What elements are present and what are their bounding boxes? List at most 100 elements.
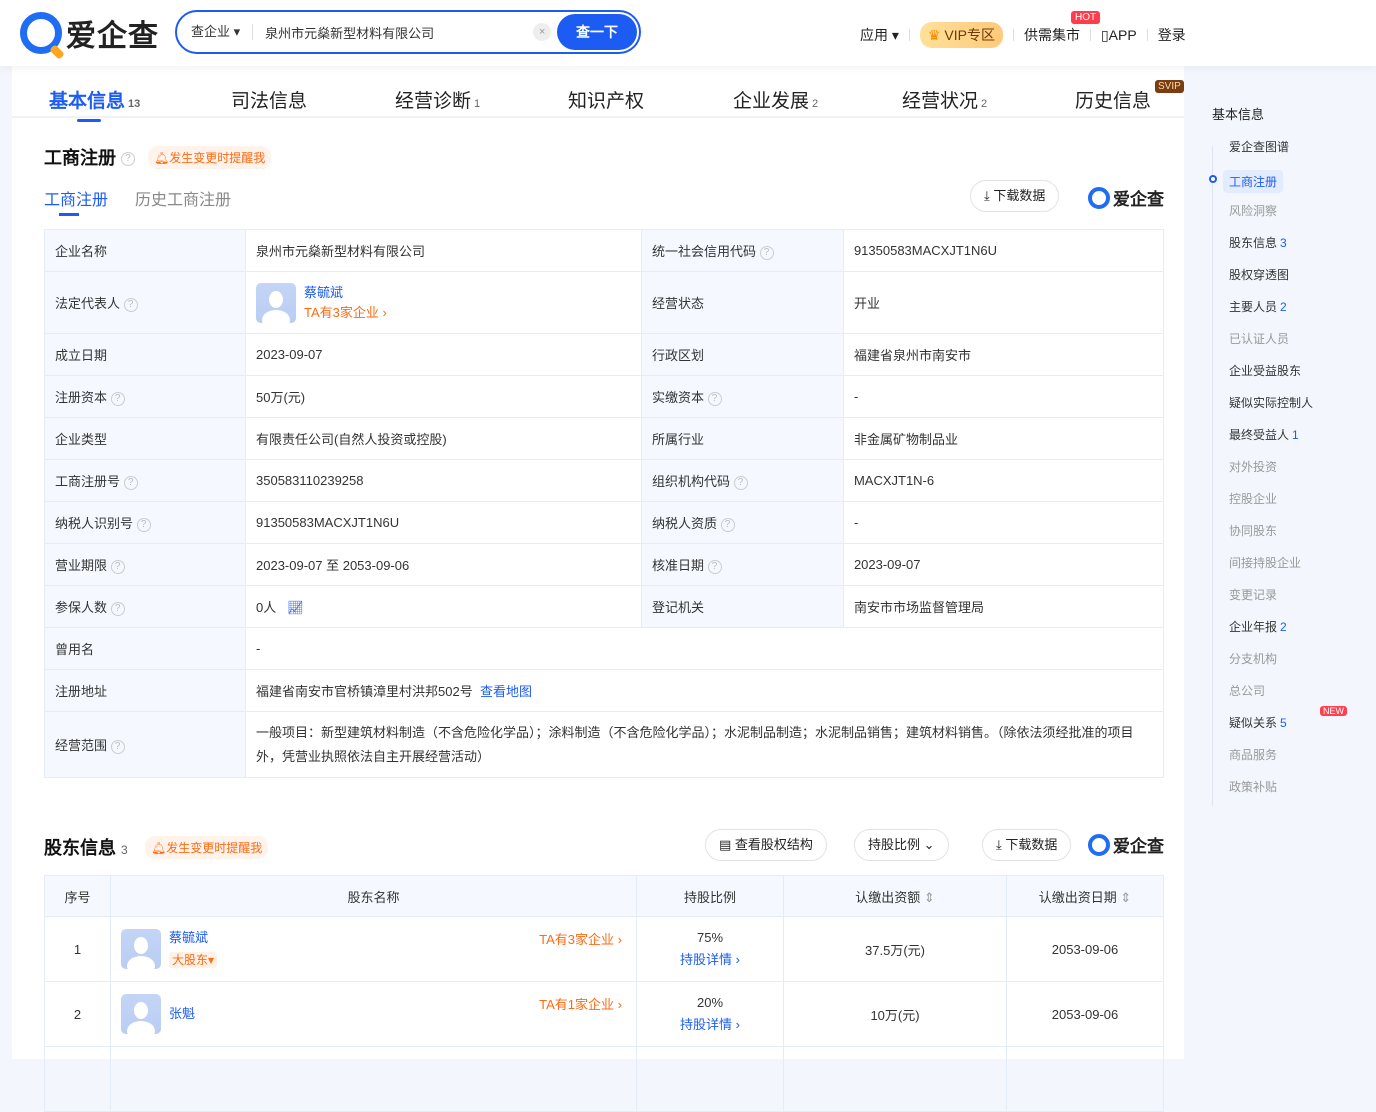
sidebar-item-10[interactable]: 对外投资 <box>1229 458 1277 475</box>
equity-structure-label: 查看股权结构 <box>734 837 813 852</box>
field-value: 2023-09-07 <box>842 543 1165 586</box>
sidebar-item-8[interactable]: 疑似实际控制人 <box>1229 394 1313 411</box>
shareholder-remind-button[interactable]: 🔔︎发生变更时提醒我 <box>145 836 269 859</box>
equity-structure-button[interactable]: ▤ 查看股权结构 <box>705 829 827 861</box>
help-icon[interactable]: ? <box>110 391 125 406</box>
legal-rep-companies-link[interactable]: TA有3家企业 › <box>304 305 387 320</box>
major-shareholder-tag[interactable]: 大股东▾ <box>169 952 218 968</box>
holding-detail-link[interactable]: 持股详情 › <box>680 1017 740 1032</box>
sidebar-item-6[interactable]: 已认证人员 <box>1229 330 1289 347</box>
sidebar-item-9[interactable]: 最终受益人 1 <box>1229 426 1299 443</box>
sidebar-item-13[interactable]: 间接持股企业 <box>1229 554 1301 571</box>
help-icon[interactable]: ? <box>136 517 151 532</box>
help-icon[interactable]: ? <box>759 245 774 260</box>
sort-icon[interactable]: ⇕ <box>1120 890 1131 905</box>
search-input[interactable] <box>265 24 526 40</box>
sidebar-item-16[interactable]: 分支机构 <box>1229 650 1277 667</box>
table-header-row: 序号 股东名称 持股比例 认缴出资额 ⇕ 认缴出资日期 ⇕ <box>44 875 1164 917</box>
help-icon[interactable]: ? <box>110 739 125 754</box>
remind-button[interactable]: 🔔︎发生变更时提醒我 <box>148 146 272 169</box>
tab-3[interactable]: 知识产权 <box>568 86 644 113</box>
tab-2[interactable]: 经营诊断 1 <box>395 86 480 113</box>
sidebar-item-15[interactable]: 企业年报 2 <box>1229 618 1287 635</box>
tab-0[interactable]: 基本信息 13 <box>49 86 140 122</box>
help-icon[interactable]: ? <box>123 297 138 312</box>
shareholders-count: 3 <box>121 843 128 857</box>
sidebar-item-7[interactable]: 企业受益股东 <box>1229 362 1301 379</box>
sort-icon[interactable]: ⇕ <box>924 890 935 905</box>
sidebar-item-3[interactable]: 股东信息 3 <box>1229 234 1287 251</box>
help-icon[interactable]: ? <box>110 559 125 574</box>
registration-title: 工商注册 <box>44 148 116 168</box>
shareholder-download-button[interactable]: ⤓ 下载数据 <box>982 829 1072 861</box>
shareholder-cell: 张魁 TA有1家企业 › <box>110 981 637 1047</box>
help-icon[interactable]: ? <box>123 475 138 490</box>
field-label: 实缴资本 ? <box>640 375 844 418</box>
sidebar-item-4[interactable]: 股权穿透图 <box>1229 266 1289 283</box>
shareholder-companies-link[interactable]: TA有1家企业 › <box>539 994 622 1013</box>
new-badge: NEW <box>1320 706 1347 716</box>
help-icon[interactable]: ? <box>121 152 136 167</box>
tab-6[interactable]: 历史信息 <box>1075 86 1151 113</box>
sidebar-item-14[interactable]: 变更记录 <box>1229 586 1277 603</box>
sidebar-item-11[interactable]: 控股企业 <box>1229 490 1277 507</box>
ratio-dropdown[interactable]: 持股比例 ⌄ <box>854 829 949 861</box>
subtab-history-registration[interactable]: 历史工商注册 <box>135 186 231 210</box>
download-button[interactable]: ⤓ 下载数据 <box>970 180 1060 212</box>
subtab-registration[interactable]: 工商注册 <box>44 186 108 216</box>
shareholder-name-link[interactable]: 张魁 <box>169 1006 195 1021</box>
registration-table: 企业名称 泉州市元燊新型材料有限公司 统一社会信用代码 ? 91350583MACX… <box>44 229 1165 778</box>
legal-rep-link[interactable]: 蔡毓斌 <box>304 285 343 300</box>
holding-detail-link[interactable]: 持股详情 › <box>680 952 740 967</box>
sidebar-item-label: 总公司 <box>1229 684 1266 698</box>
sidebar-item-12[interactable]: 协同股东 <box>1229 522 1277 539</box>
search-type-select[interactable]: 查企业 ▾ <box>177 24 254 40</box>
field-value: 0人 📈︎ <box>245 585 642 628</box>
sidebar-item-20[interactable]: 政策补贴 <box>1229 778 1277 795</box>
subscribed-date: 2053-09-06 <box>1006 916 1164 982</box>
sidebar-item-17[interactable]: 总公司 <box>1229 682 1265 699</box>
tab-1[interactable]: 司法信息 <box>231 86 307 113</box>
tab-5[interactable]: 经营状况 2 <box>902 86 987 113</box>
nav-market[interactable]: 供需集市 <box>1024 25 1080 45</box>
ratio-value: 75% <box>696 930 724 945</box>
search-button[interactable]: 查一下 <box>557 14 637 50</box>
tab-4[interactable]: 企业发展 2 <box>733 86 818 113</box>
clear-icon[interactable]: × <box>533 23 552 41</box>
nav-apps[interactable]: 应用 ▾ <box>860 25 899 45</box>
field-value-text: 91350583MACXJT1N6U <box>256 515 400 530</box>
sidebar-item-18[interactable]: 疑似关系 5 NEW <box>1229 706 1347 731</box>
ratio-cell: 75% 持股详情 › <box>636 916 784 982</box>
nav-login[interactable]: 登录 <box>1158 25 1186 45</box>
sidebar-item-2[interactable]: 风险洞察 <box>1229 202 1277 219</box>
help-icon[interactable]: ? <box>733 475 748 490</box>
search-type-label: 查企业 <box>191 24 231 39</box>
logo[interactable]: 爱企查 <box>20 11 159 55</box>
tag-label: 大股东 <box>172 953 209 967</box>
sidebar-item-label: 主要人员 <box>1229 300 1278 314</box>
sidebar-item-0[interactable]: 爱企查图谱 <box>1229 138 1289 155</box>
table-row: 经营范围 ? 一般项目：新型建筑材料制造（不含危险化学品）；涂料制造（不含危险化学… <box>44 711 1164 778</box>
shareholder-companies-link[interactable]: TA有3家企业 › <box>539 929 622 948</box>
nav-app[interactable]: ▯APP <box>1101 27 1137 44</box>
sidebar-item-count: 1 <box>1292 428 1299 442</box>
help-icon[interactable]: ? <box>707 391 722 406</box>
download-label: 下载数据 <box>993 188 1046 203</box>
trend-chart-icon[interactable]: 📈︎ <box>287 600 304 615</box>
column-header[interactable]: 认缴出资额 ⇕ <box>783 875 1007 917</box>
help-icon[interactable]: ? <box>110 601 125 616</box>
column-header-label: 股东名称 <box>347 889 400 905</box>
column-header[interactable]: 认缴出资日期 ⇕ <box>1006 875 1164 917</box>
field-label-text: 实缴资本 <box>651 390 704 405</box>
field-value: 福建省泉州市南安市 <box>842 333 1165 376</box>
sidebar-item-1[interactable]: 工商注册 <box>1223 170 1284 193</box>
field-label-text: 注册地址 <box>55 684 108 699</box>
nav-vip[interactable]: ♛ VIP专区 <box>919 22 1003 48</box>
help-icon[interactable]: ? <box>720 517 735 532</box>
shareholder-name-link[interactable]: 蔡毓斌 <box>169 930 208 945</box>
field-value: 泉州市元燊新型材料有限公司 <box>245 229 642 272</box>
sidebar-item-19[interactable]: 商品服务 <box>1229 746 1277 763</box>
sidebar-item-5[interactable]: 主要人员 2 <box>1229 298 1287 315</box>
help-icon[interactable]: ? <box>707 559 722 574</box>
view-map-link[interactable]: 查看地图 <box>480 684 532 699</box>
